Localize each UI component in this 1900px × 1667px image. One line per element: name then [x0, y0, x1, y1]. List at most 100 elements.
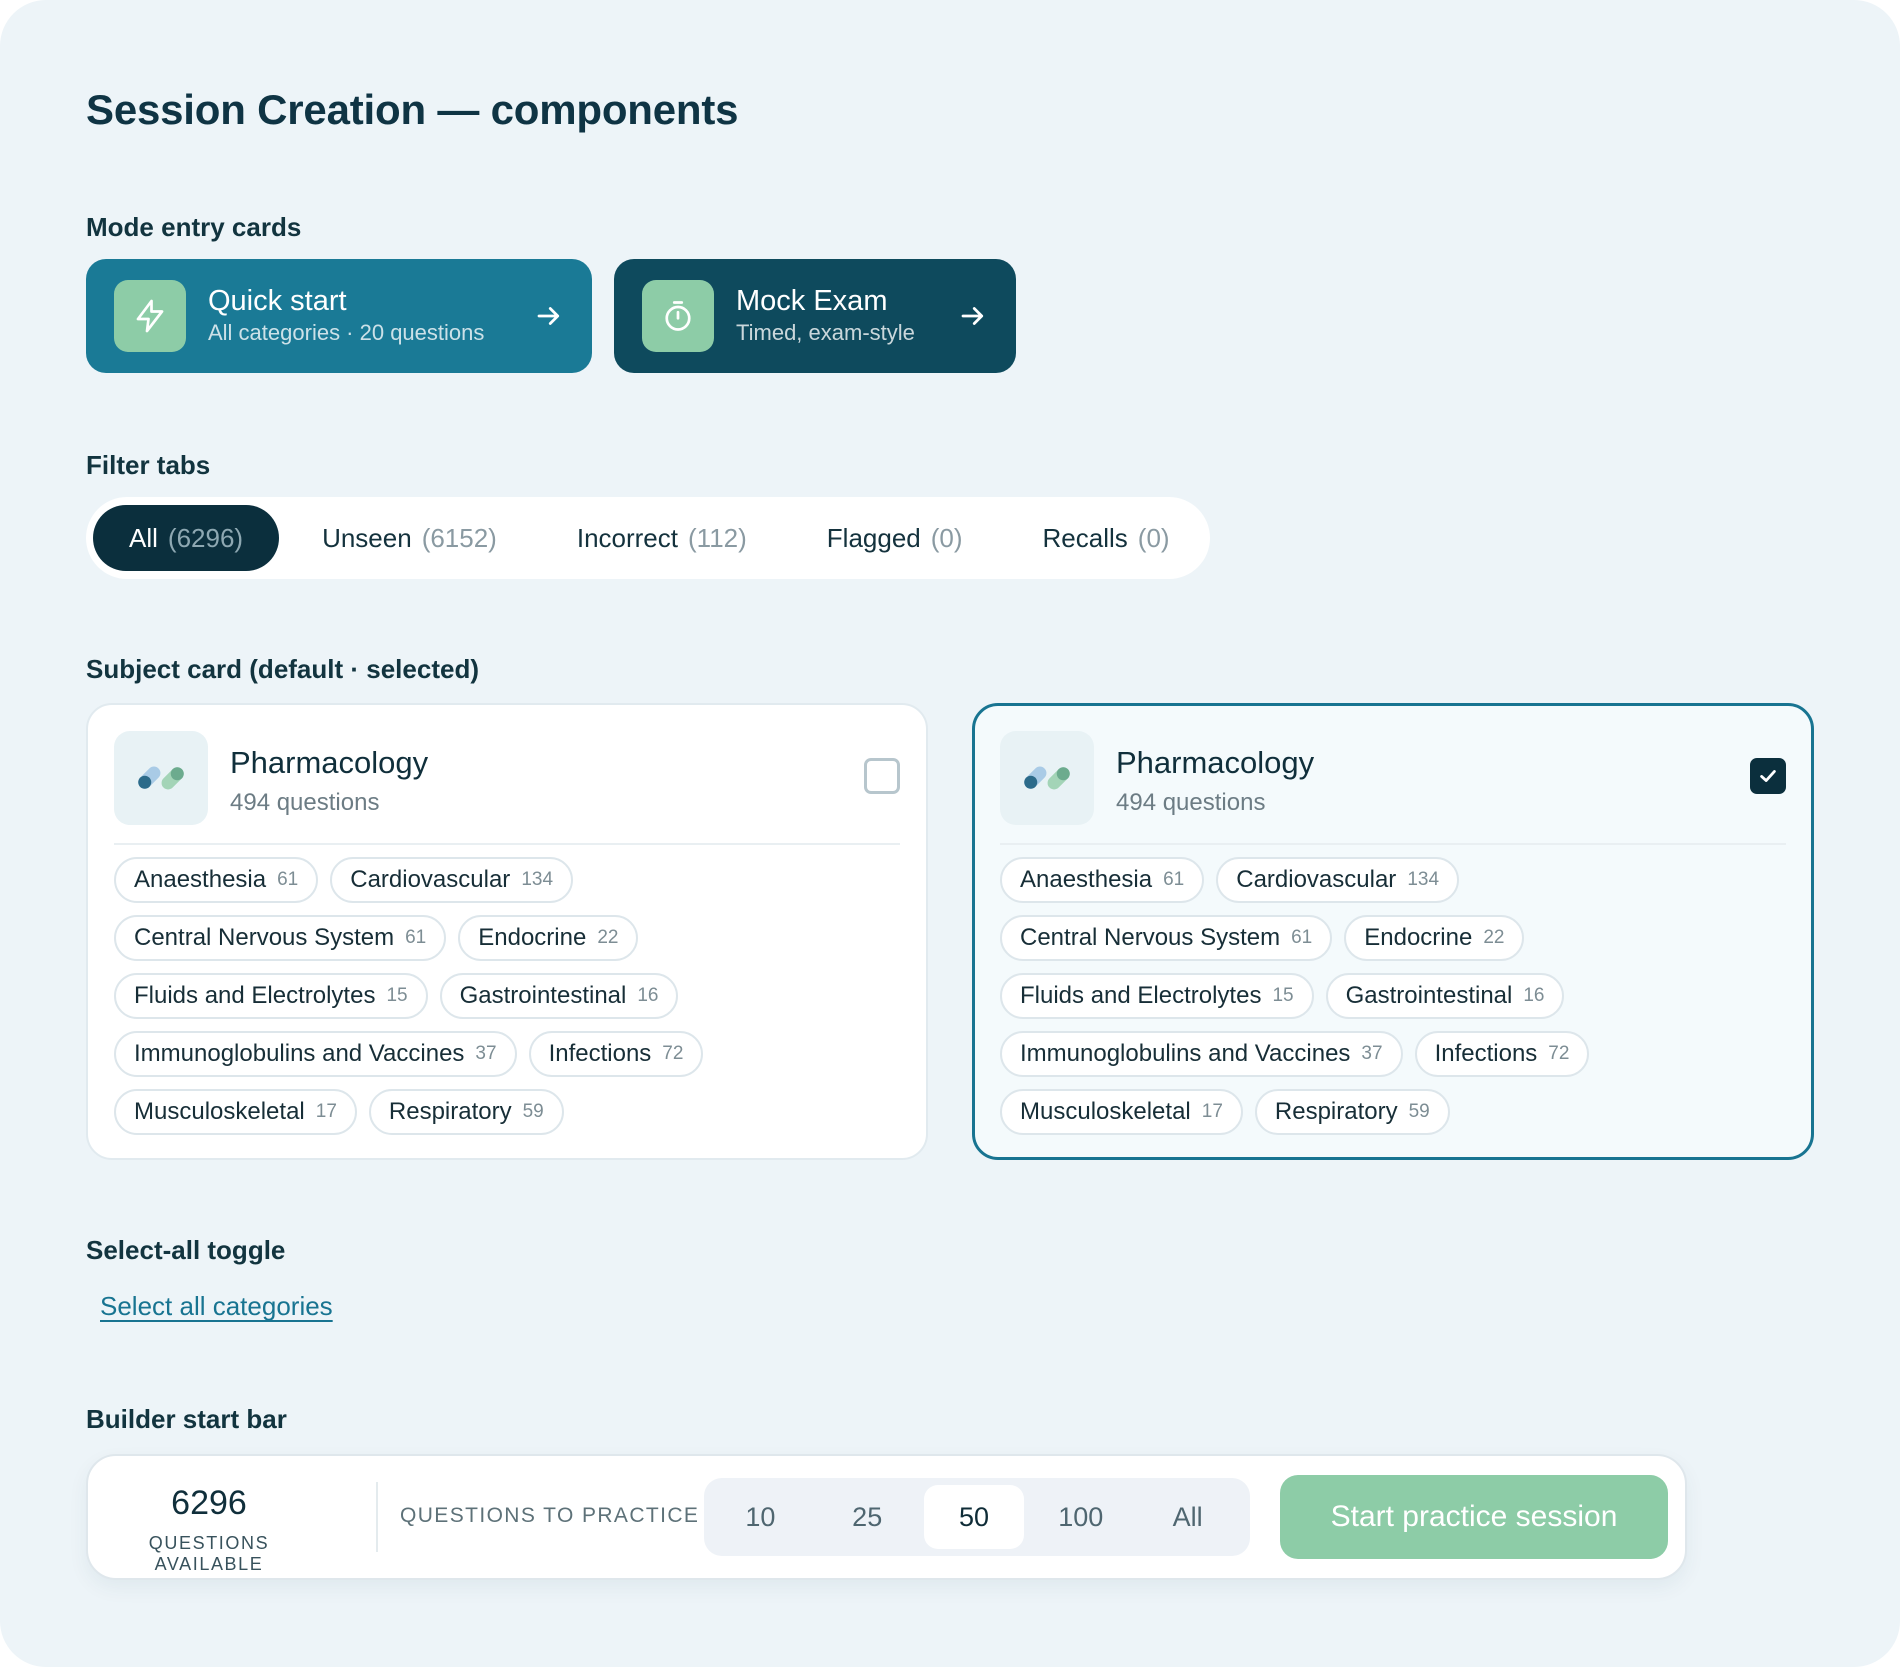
- category-chip[interactable]: Endocrine 22: [458, 915, 639, 961]
- section-label-mode: Mode entry cards: [86, 212, 302, 242]
- select-all-link[interactable]: Select all categories: [100, 1291, 333, 1322]
- category-chip[interactable]: Gastrointestinal 16: [1325, 973, 1565, 1019]
- chip-label: Fluids and Electrolytes: [1020, 982, 1262, 1009]
- chip-count: 37: [1361, 1043, 1383, 1064]
- chip-label: Central Nervous System: [134, 924, 395, 951]
- chip-count: 61: [405, 927, 427, 948]
- filter-tabs: All (6296) Unseen (6152) Incorrect (112) Fl…: [86, 497, 1210, 579]
- subject-checkbox[interactable]: [864, 758, 900, 794]
- chip-label: Immunoglobulins and Vaccines: [134, 1040, 465, 1067]
- chip-count: 61: [1291, 927, 1313, 948]
- lightning-icon: [114, 280, 186, 352]
- chip-label: Gastrointestinal: [1345, 982, 1513, 1009]
- chip-count: 15: [1272, 985, 1294, 1006]
- tab-label: Unseen: [322, 522, 412, 553]
- category-chip[interactable]: Cardiovascular 134: [330, 857, 574, 903]
- arrow-right-icon: [961, 307, 984, 325]
- chip-label: Respiratory: [1274, 1098, 1398, 1125]
- chip-label: Anaesthesia: [1020, 866, 1153, 893]
- chip-label: Cardiovascular: [350, 866, 511, 893]
- divider: [376, 1482, 378, 1552]
- start-practice-button[interactable]: Start practice session: [1280, 1475, 1668, 1559]
- chip-count: 61: [277, 869, 299, 890]
- category-chip[interactable]: Immunoglobulins and Vaccines 37: [1000, 1031, 1403, 1077]
- quick-start-subtitle: All categories · 20 questions: [208, 320, 485, 345]
- tab-count: (0): [1137, 522, 1170, 553]
- section-label-builder: Builder start bar: [86, 1404, 287, 1434]
- mock-exam-title: Mock Exam: [736, 285, 888, 317]
- mock-exam-card[interactable]: Mock Exam Timed, exam-style: [614, 259, 1016, 373]
- chip-label: Endocrine: [478, 924, 587, 951]
- question-count-selector: 10 25 50 100 All: [704, 1478, 1250, 1556]
- chip-label: Anaesthesia: [134, 866, 267, 893]
- chip-count: 72: [662, 1043, 684, 1064]
- tab-label: Incorrect: [576, 522, 678, 553]
- category-chip[interactable]: Immunoglobulins and Vaccines 37: [114, 1031, 517, 1077]
- chip-count: 134: [521, 869, 554, 890]
- chip-label: Musculoskeletal: [134, 1098, 305, 1125]
- arrow-right-icon: [537, 307, 560, 325]
- tab-recalls[interactable]: Recalls (0): [1043, 505, 1170, 571]
- count-option-all[interactable]: All: [1137, 1485, 1238, 1549]
- count-option-10[interactable]: 10: [710, 1485, 811, 1549]
- section-label-select-all: Select-all toggle: [86, 1235, 286, 1265]
- subject-name: Pharmacology: [230, 745, 429, 780]
- category-chip[interactable]: Endocrine 22: [1344, 915, 1525, 961]
- category-chips: Anaesthesia 61 Cardiovascular 134 Central …: [1000, 857, 1785, 1147]
- subject-checkbox[interactable]: [1750, 758, 1786, 794]
- tab-flagged[interactable]: Flagged (0): [827, 505, 963, 571]
- tab-unseen[interactable]: Unseen (6152): [322, 505, 497, 571]
- pills-icon: [114, 731, 208, 825]
- page-title: Session Creation — components: [86, 86, 739, 133]
- category-chip[interactable]: Central Nervous System 61: [1000, 915, 1333, 961]
- chip-count: 17: [315, 1101, 337, 1122]
- section-label-subject: Subject card (default · selected): [86, 654, 479, 684]
- chip-label: Immunoglobulins and Vaccines: [1020, 1040, 1351, 1067]
- count-option-25[interactable]: 25: [817, 1485, 918, 1549]
- subject-count: 494 questions: [1116, 789, 1266, 816]
- count-option-100[interactable]: 100: [1030, 1485, 1131, 1549]
- category-chip[interactable]: Respiratory 59: [368, 1089, 564, 1135]
- tab-label: All: [129, 522, 158, 553]
- category-chips: Anaesthesia 61 Cardiovascular 134 Central …: [114, 857, 900, 1147]
- timer-icon: [642, 280, 714, 352]
- tab-count: (6296): [167, 522, 244, 553]
- subject-name: Pharmacology: [1116, 745, 1315, 780]
- category-chip[interactable]: Fluids and Electrolytes 15: [114, 973, 428, 1019]
- category-chip[interactable]: Cardiovascular 134: [1216, 857, 1460, 903]
- category-chip[interactable]: Infections 72: [1414, 1031, 1590, 1077]
- subject-card-selected[interactable]: Pharmacology 494 questions Anaesthesia 61…: [972, 703, 1814, 1160]
- section-label-filters: Filter tabs: [86, 450, 211, 480]
- chip-count: 16: [1523, 985, 1545, 1006]
- chip-label: Respiratory: [388, 1098, 512, 1125]
- chip-count: 22: [597, 927, 619, 948]
- category-chip[interactable]: Musculoskeletal 17: [114, 1089, 357, 1135]
- count-option-50[interactable]: 50: [923, 1485, 1025, 1549]
- quick-start-card[interactable]: Quick start All categories · 20 question…: [86, 259, 592, 373]
- subject-card-default[interactable]: Pharmacology 494 questions Anaesthesia 61…: [86, 703, 928, 1160]
- chip-count: 59: [1408, 1101, 1430, 1122]
- category-chip[interactable]: Anaesthesia 61: [114, 857, 319, 903]
- mock-exam-subtitle: Timed, exam-style: [736, 320, 915, 345]
- pills-icon: [1000, 731, 1094, 825]
- tab-all[interactable]: All (6296): [93, 505, 280, 571]
- chip-label: Musculoskeletal: [1020, 1098, 1191, 1125]
- questions-available: 6296 QUESTIONS AVAILABLE: [116, 1456, 302, 1578]
- tab-incorrect[interactable]: Incorrect (112): [577, 505, 747, 571]
- category-chip[interactable]: Respiratory 59: [1254, 1089, 1450, 1135]
- chip-count: 22: [1483, 927, 1505, 948]
- category-chip[interactable]: Infections 72: [528, 1031, 704, 1077]
- category-chip[interactable]: Fluids and Electrolytes 15: [1000, 973, 1314, 1019]
- quick-start-title: Quick start: [208, 285, 347, 317]
- chip-count: 59: [522, 1101, 544, 1122]
- tab-label: Recalls: [1042, 522, 1128, 553]
- category-chip[interactable]: Central Nervous System 61: [114, 915, 447, 961]
- category-chip[interactable]: Anaesthesia 61: [1000, 857, 1205, 903]
- category-chip[interactable]: Musculoskeletal 17: [1000, 1089, 1243, 1135]
- chip-count: 37: [475, 1043, 497, 1064]
- check-icon: [1760, 770, 1776, 782]
- category-chip[interactable]: Gastrointestinal 16: [439, 973, 679, 1019]
- chip-count: 61: [1163, 869, 1185, 890]
- tab-count: (0): [930, 522, 963, 553]
- chip-label: Endocrine: [1364, 924, 1473, 951]
